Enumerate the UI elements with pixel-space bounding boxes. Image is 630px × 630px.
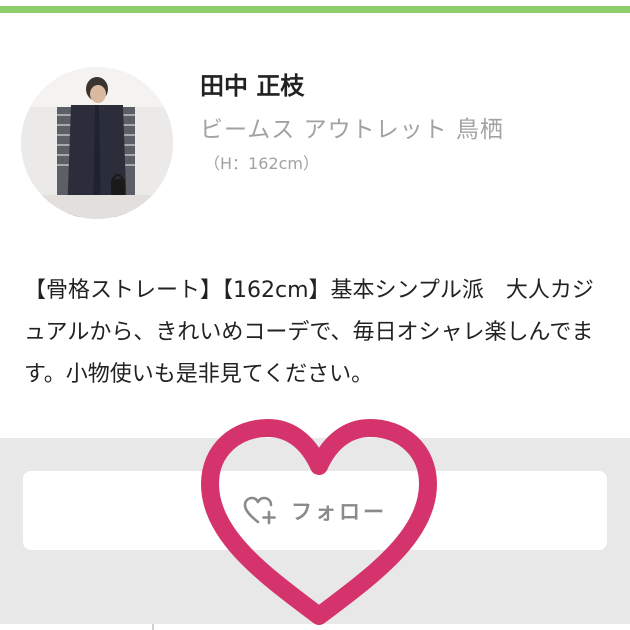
follow-label: フォロー <box>291 499 387 524</box>
avatar-photo <box>21 67 173 219</box>
profile-height: （H：162cm） <box>204 154 319 173</box>
heart-plus-icon <box>243 496 276 524</box>
shop-name[interactable]: ビームス アウトレット 鳥栖 <box>200 110 504 144</box>
follow-section: フォロー <box>0 438 630 630</box>
profile-name: 田中 正枝 <box>200 72 305 100</box>
accent-line <box>0 6 630 13</box>
profile-card: 田中 正枝 ビームス アウトレット 鳥栖 （H：162cm） 【骨格ストレート】… <box>0 14 630 438</box>
tab-divider <box>152 624 154 630</box>
follow-button[interactable]: フォロー <box>23 471 607 550</box>
profile-bio: 【骨格ストレート】【162cm】基本シンプル派 大人カジュアルから、きれいめコー… <box>24 278 594 387</box>
avatar[interactable] <box>21 67 173 219</box>
top-accent-bar <box>0 0 630 14</box>
bottom-tab-strip <box>0 624 630 630</box>
